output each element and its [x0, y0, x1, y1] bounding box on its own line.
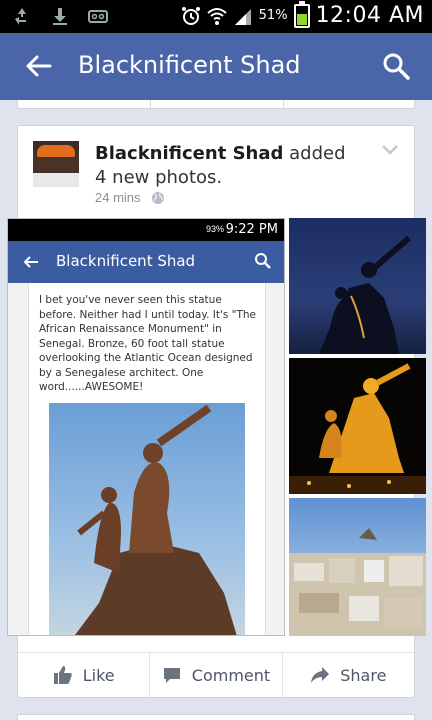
photo-statue-night-gold[interactable] [289, 358, 426, 494]
inner-title: Blacknificent Shad [56, 252, 196, 270]
battery-icon [293, 0, 310, 28]
like-button[interactable]: Like [18, 653, 151, 697]
inner-post: I bet you've never seen this statue befo… [28, 283, 266, 635]
photo-city-view[interactable] [289, 498, 426, 636]
statue-photo [49, 403, 245, 635]
inner-post-text: I bet you've never seen this statue befo… [39, 294, 257, 393]
download-icon [53, 8, 67, 25]
voicemail-icon [88, 10, 108, 23]
back-arrow-icon[interactable] [24, 51, 54, 81]
post-meta: 24 mins [95, 190, 165, 205]
search-icon[interactable] [382, 52, 410, 80]
previous-post-card [17, 100, 415, 109]
post-time[interactable]: 24 mins [95, 190, 141, 205]
comment-label: Comment [191, 665, 271, 685]
inner-battery-percent: 93% [205, 224, 224, 234]
share-label: Share [340, 665, 387, 685]
status-bar: 51% 12:04 AM [0, 0, 432, 33]
share-button[interactable]: Share [283, 653, 414, 697]
post-author[interactable]: Blacknificent Shad [95, 143, 283, 164]
app-bar: Blacknificent Shad [0, 33, 432, 100]
post-actions: Like Comment Share [18, 652, 414, 697]
next-post-card [17, 714, 415, 720]
inner-clock: 9:22 PM [225, 222, 278, 237]
page-title: Blacknificent Shad [78, 51, 301, 79]
globe-icon [151, 191, 164, 204]
comment-icon [163, 668, 180, 683]
alarm-icon [181, 6, 200, 25]
chevron-down-icon[interactable] [382, 144, 398, 156]
avatar[interactable] [33, 141, 79, 187]
wifi-icon [206, 7, 227, 25]
clock: 12:04 AM [315, 3, 424, 28]
recycle-icon [15, 8, 26, 25]
like-label: Like [82, 665, 115, 685]
signal-icon [234, 8, 251, 25]
post-header: Blacknificent Shad added 4 new photos. [95, 142, 355, 190]
share-arrow-icon [311, 667, 330, 683]
inner-status-bar: 93% 9:22 PM [8, 219, 284, 241]
inner-back-arrow-icon [23, 256, 38, 268]
photo-statue-night-blue[interactable] [289, 218, 426, 354]
thumbs-up-icon [53, 666, 72, 684]
post-card: Blacknificent Shad added 4 new photos. 2… [7, 125, 426, 698]
comment-button[interactable]: Comment [150, 653, 283, 697]
inner-search-icon [255, 253, 271, 269]
inner-app-bar: Blacknificent Shad [8, 241, 284, 283]
photo-main[interactable]: 93% 9:22 PM Blacknificent Shad I bet you… [7, 218, 285, 636]
battery-percent: 51% [258, 8, 288, 23]
